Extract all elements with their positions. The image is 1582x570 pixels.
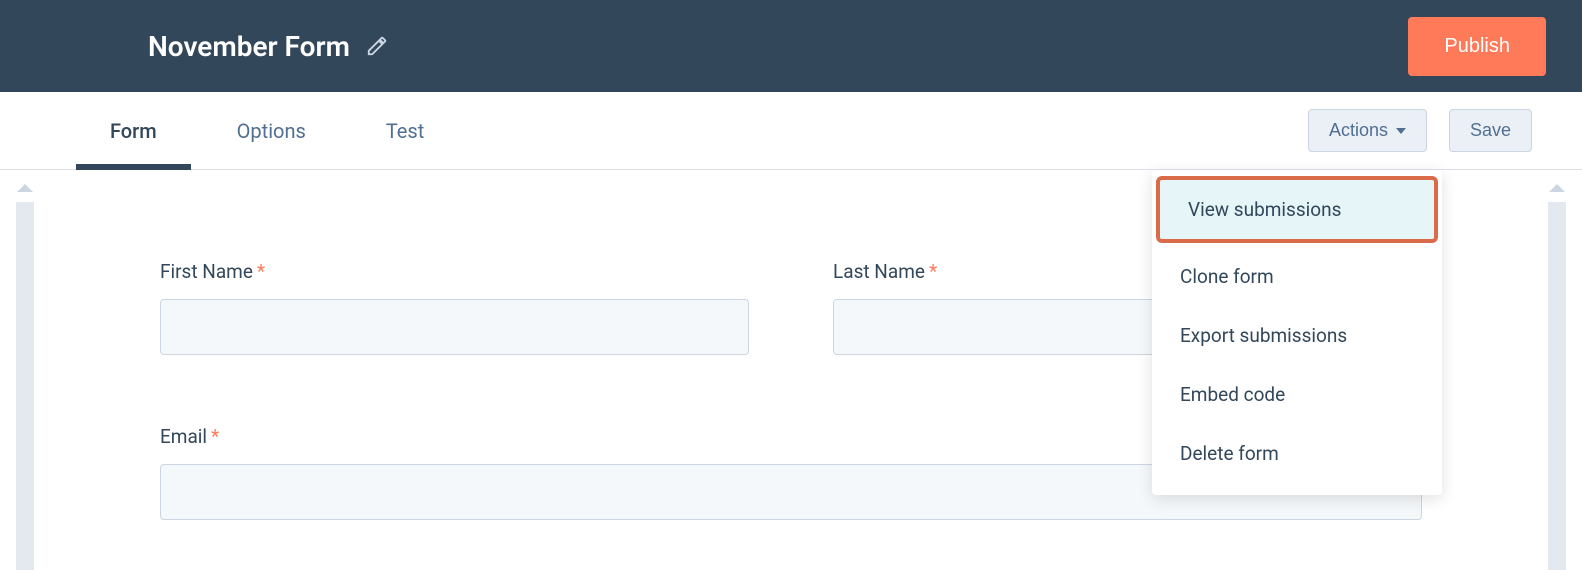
menu-export-submissions[interactable]: Export submissions [1152,306,1442,365]
sub-navigation: Form Options Test Actions Save View subm… [0,92,1582,170]
menu-delete-form[interactable]: Delete form [1152,424,1442,483]
caret-down-icon [1396,128,1406,134]
label-first-name: First Name* [160,260,749,283]
actions-dropdown-button[interactable]: Actions [1308,109,1427,152]
action-buttons: Actions Save [1308,109,1532,152]
tab-bar: Form Options Test [70,92,424,169]
edit-icon[interactable] [366,35,388,57]
label-first-name-text: First Name [160,260,253,283]
required-asterisk: * [929,260,937,283]
menu-view-submissions[interactable]: View submissions [1156,176,1438,243]
menu-embed-code[interactable]: Embed code [1152,365,1442,424]
tab-options[interactable]: Options [237,92,306,169]
field-first-name: First Name* [160,260,749,355]
required-asterisk: * [257,260,265,283]
label-email-text: Email [160,425,207,448]
save-button[interactable]: Save [1449,109,1532,152]
left-scrollbar[interactable] [0,170,50,570]
actions-label: Actions [1329,120,1388,141]
form-title: November Form [148,30,350,63]
publish-button[interactable]: Publish [1408,17,1546,76]
input-first-name[interactable] [160,299,749,355]
label-last-name-text: Last Name [833,260,925,283]
menu-clone-form[interactable]: Clone form [1152,247,1442,306]
tab-test[interactable]: Test [386,92,424,169]
right-scrollbar[interactable] [1532,170,1582,570]
required-asterisk: * [211,425,219,448]
title-section: November Form [148,30,388,63]
tab-form[interactable]: Form [110,92,157,169]
actions-dropdown-menu: View submissions Clone form Export submi… [1152,170,1442,495]
app-header: November Form Publish [0,0,1582,92]
